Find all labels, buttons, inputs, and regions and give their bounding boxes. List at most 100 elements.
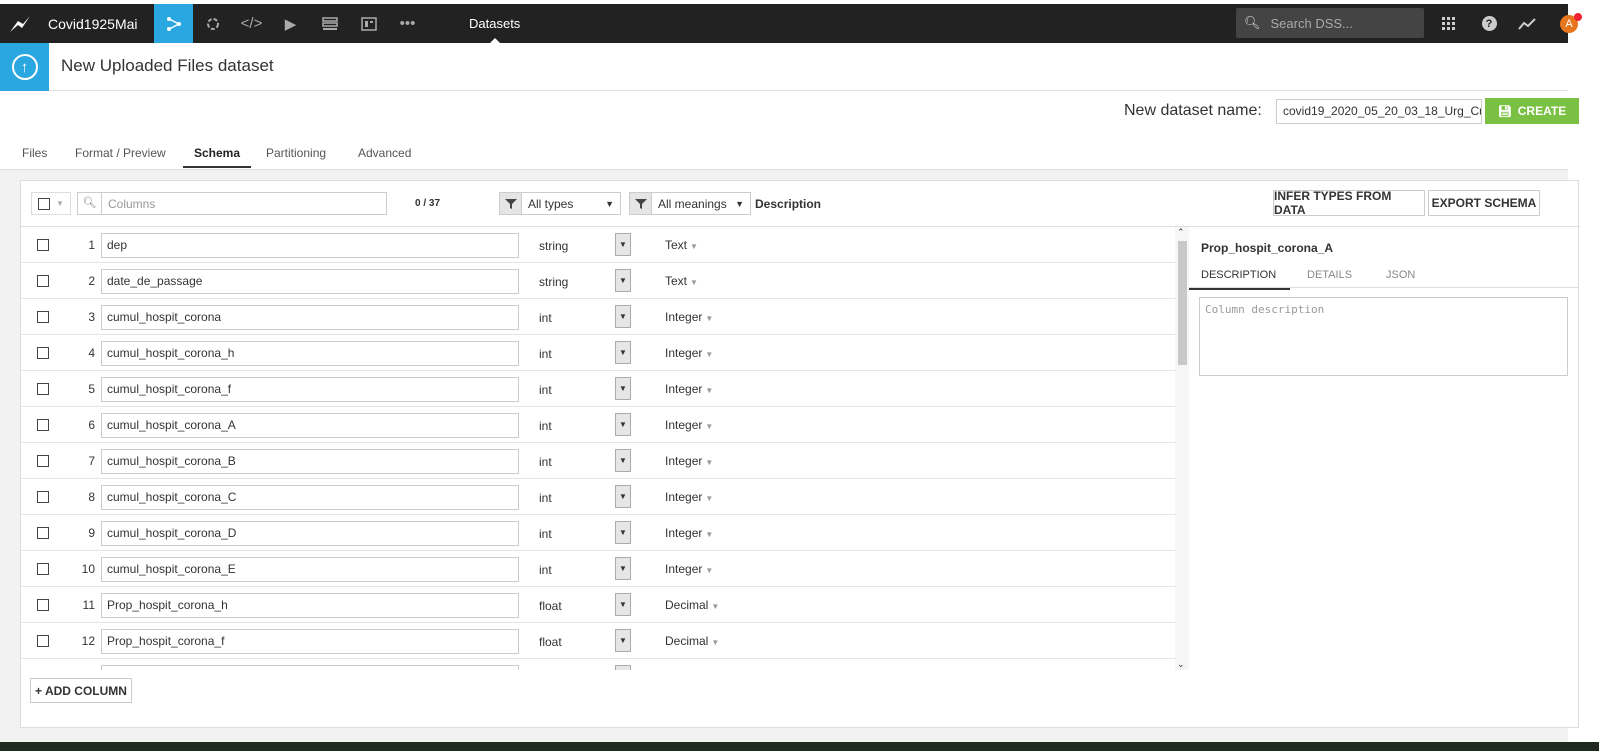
dataset-name-input[interactable]: covid19_2020_05_20_03_18_Urg_Cu — [1276, 99, 1482, 124]
column-meaning[interactable]: Integer ▼ — [665, 454, 713, 468]
project-name[interactable]: Covid1925Mai — [48, 16, 154, 32]
description-toggle[interactable]: Description — [755, 197, 821, 211]
column-type[interactable]: int — [539, 491, 552, 505]
column-type[interactable]: int — [539, 419, 552, 433]
row-checkbox[interactable] — [37, 455, 49, 467]
column-name-input[interactable]: cumul_hospit_corona_E — [101, 557, 519, 582]
checkbox[interactable] — [38, 197, 50, 210]
more-icon[interactable]: ••• — [388, 4, 427, 43]
type-dropdown-chevron-down-icon[interactable]: ▼ — [615, 269, 631, 292]
table-row[interactable]: 2 date_de_passage string ▼ Text ▼ — [21, 263, 1180, 299]
type-dropdown-chevron-down-icon[interactable]: ▼ — [615, 377, 631, 400]
column-name-input[interactable]: dep — [101, 233, 519, 258]
tab-details[interactable]: DETAILS — [1307, 269, 1352, 281]
table-row[interactable]: 9 cumul_hospit_corona_D int ▼ Integer ▼ — [21, 515, 1180, 551]
column-type[interactable]: int — [539, 383, 552, 397]
column-name-input[interactable]: cumul_hospit_corona_D — [101, 521, 519, 546]
meaning-filter-select[interactable]: All meanings ▼ — [629, 192, 751, 215]
help-icon[interactable]: ? — [1474, 4, 1504, 43]
column-meaning[interactable]: Integer ▼ — [665, 562, 713, 576]
tab-partitioning[interactable]: Partitioning — [266, 146, 326, 160]
column-type[interactable]: int — [539, 311, 552, 325]
column-meaning[interactable]: Integer ▼ — [665, 382, 713, 396]
apps-grid-icon[interactable] — [1434, 4, 1464, 43]
type-dropdown-chevron-down-icon[interactable]: ▼ — [615, 413, 631, 436]
column-description-textarea[interactable]: Column description — [1199, 297, 1568, 376]
select-all-checkbox[interactable]: ▼ — [31, 192, 71, 215]
dss-logo-icon[interactable] — [0, 4, 40, 43]
nav-tab-datasets[interactable]: Datasets — [469, 4, 520, 43]
column-type[interactable]: float — [539, 599, 562, 613]
type-dropdown-chevron-down-icon[interactable]: ▼ — [615, 665, 631, 670]
type-dropdown-chevron-down-icon[interactable]: ▼ — [615, 593, 631, 616]
column-type[interactable]: int — [539, 455, 552, 469]
chevron-down-icon[interactable]: ▼ — [56, 199, 64, 208]
type-dropdown-chevron-down-icon[interactable]: ▼ — [615, 449, 631, 472]
export-schema-button[interactable]: EXPORT SCHEMA — [1428, 190, 1540, 216]
column-meaning[interactable]: Text ▼ — [665, 238, 698, 252]
activity-icon[interactable] — [1512, 4, 1542, 43]
column-type[interactable]: string — [539, 239, 568, 253]
type-dropdown-chevron-down-icon[interactable]: ▼ — [615, 233, 631, 256]
tab-description[interactable]: DESCRIPTION — [1189, 269, 1291, 290]
row-checkbox[interactable] — [37, 527, 49, 539]
row-checkbox[interactable] — [37, 311, 49, 323]
table-row[interactable]: 1 dep string ▼ Text ▼ — [21, 227, 1180, 263]
add-column-button[interactable]: + ADD COLUMN — [30, 678, 132, 703]
column-meaning[interactable]: Integer ▼ — [665, 346, 713, 360]
column-type[interactable]: float — [539, 635, 562, 649]
column-name-input[interactable]: cumul_hospit_corona_A — [101, 413, 519, 438]
column-name-input[interactable]: Prop_hospit_corona_h — [101, 593, 519, 618]
recipes-icon[interactable] — [193, 4, 232, 43]
create-button[interactable]: 💾︎ CREATE — [1485, 98, 1579, 124]
type-dropdown-chevron-down-icon[interactable]: ▼ — [615, 341, 631, 364]
row-checkbox[interactable] — [37, 275, 49, 287]
column-type[interactable]: int — [539, 527, 552, 541]
flow-icon[interactable] — [154, 4, 193, 43]
column-name-input[interactable]: Prop_hospit_corona_A — [101, 665, 519, 670]
code-icon[interactable]: </> — [232, 4, 271, 43]
type-dropdown-chevron-down-icon[interactable]: ▼ — [615, 557, 631, 580]
table-row[interactable]: 13Prop_hospit_corona_Afloat▼Decimal▼ — [21, 659, 1180, 670]
column-name-input[interactable]: Prop_hospit_corona_f — [101, 629, 519, 654]
column-meaning[interactable]: Integer ▼ — [665, 526, 713, 540]
row-checkbox[interactable] — [37, 563, 49, 575]
column-name-input[interactable]: cumul_hospit_corona_f — [101, 377, 519, 402]
tab-files[interactable]: Files — [22, 146, 47, 160]
table-row[interactable]: 7 cumul_hospit_corona_B int ▼ Integer ▼ — [21, 443, 1180, 479]
column-meaning[interactable]: Text ▼ — [665, 274, 698, 288]
table-row[interactable]: 10 cumul_hospit_corona_E int ▼ Integer ▼ — [21, 551, 1180, 587]
row-checkbox[interactable] — [37, 347, 49, 359]
table-row[interactable]: 5 cumul_hospit_corona_f int ▼ Integer ▼ — [21, 371, 1180, 407]
column-meaning[interactable]: Integer ▼ — [665, 310, 713, 324]
row-checkbox[interactable] — [37, 599, 49, 611]
column-type[interactable]: string — [539, 275, 568, 289]
table-row[interactable]: 4 cumul_hospit_corona_h int ▼ Integer ▼ — [21, 335, 1180, 371]
deploy-icon[interactable] — [310, 4, 349, 43]
tab-format-preview[interactable]: Format / Preview — [75, 146, 166, 160]
tab-json[interactable]: JSON — [1386, 269, 1415, 281]
chevron-down-icon[interactable]: ⌄ — [1177, 659, 1185, 670]
search-box[interactable]: 🔍︎ Search DSS... — [1236, 8, 1424, 38]
column-name-input[interactable]: cumul_hospit_corona — [101, 305, 519, 330]
dashboard-icon[interactable] — [349, 4, 388, 43]
column-list-scrollbar[interactable]: ⌃ ⌄ — [1175, 227, 1189, 670]
column-meaning[interactable]: Integer ▼ — [665, 490, 713, 504]
row-checkbox[interactable] — [37, 635, 49, 647]
column-type[interactable]: int — [539, 347, 552, 361]
column-name-input[interactable]: cumul_hospit_corona_h — [101, 341, 519, 366]
column-name-input[interactable]: date_de_passage — [101, 269, 519, 294]
column-meaning[interactable]: Decimal ▼ — [665, 634, 719, 648]
column-search-input[interactable]: 🔍︎ Columns — [77, 192, 387, 215]
table-row[interactable]: 8 cumul_hospit_corona_C int ▼ Integer ▼ — [21, 479, 1180, 515]
column-name-input[interactable]: cumul_hospit_corona_B — [101, 449, 519, 474]
row-checkbox[interactable] — [37, 419, 49, 431]
row-checkbox[interactable] — [37, 383, 49, 395]
type-dropdown-chevron-down-icon[interactable]: ▼ — [615, 305, 631, 328]
table-row[interactable]: 6 cumul_hospit_corona_A int ▼ Integer ▼ — [21, 407, 1180, 443]
table-row[interactable]: 11 Prop_hospit_corona_h float ▼ Decimal ▼ — [21, 587, 1180, 623]
table-row[interactable]: 3 cumul_hospit_corona int ▼ Integer ▼ — [21, 299, 1180, 335]
table-row[interactable]: 12 Prop_hospit_corona_f float ▼ Decimal ▼ — [21, 623, 1180, 659]
type-dropdown-chevron-down-icon[interactable]: ▼ — [615, 521, 631, 544]
row-checkbox[interactable] — [37, 491, 49, 503]
